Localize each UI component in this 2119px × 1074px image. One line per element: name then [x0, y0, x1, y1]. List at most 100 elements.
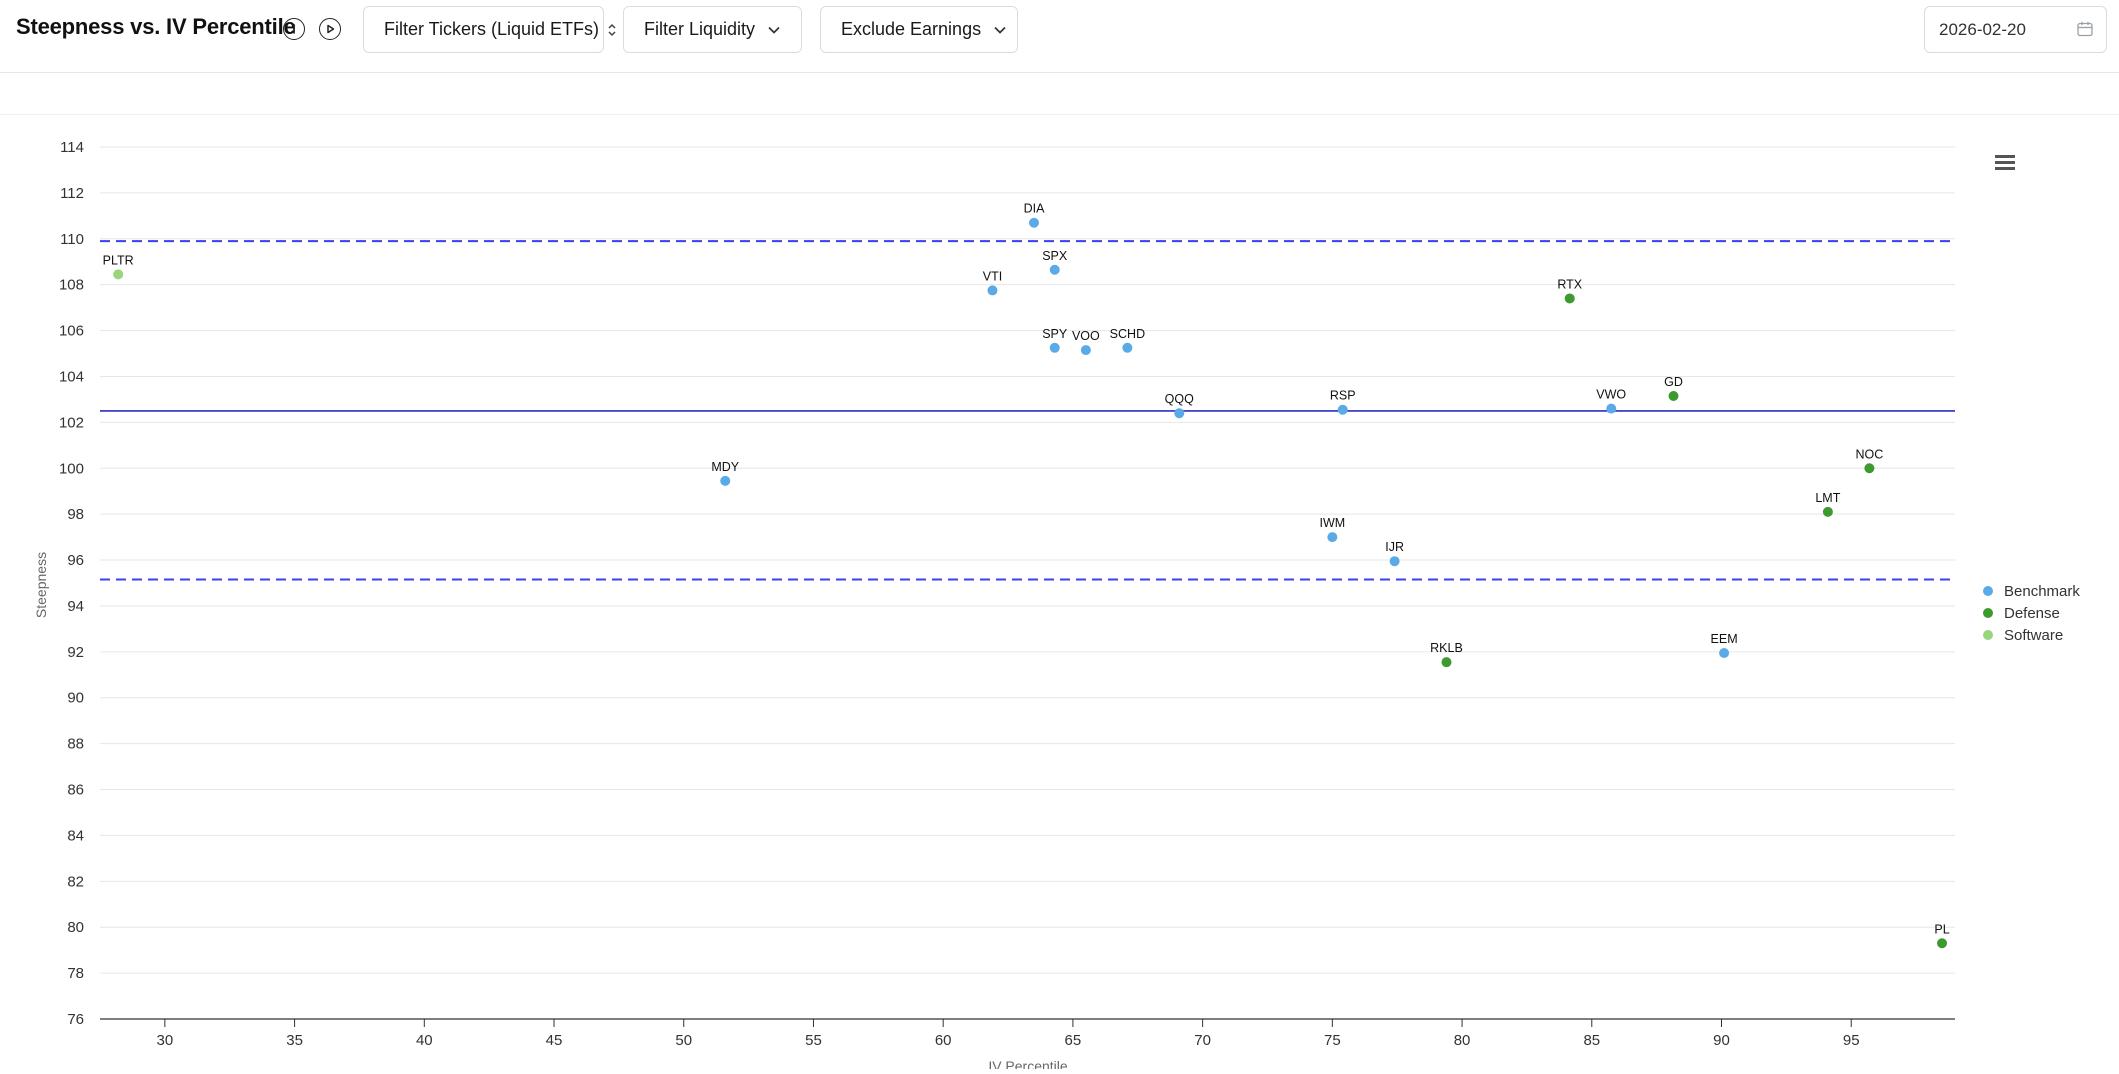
data-point-iwm[interactable]	[1327, 532, 1338, 543]
y-tick-label: 84	[67, 827, 84, 844]
date-value: 2026-02-20	[1939, 19, 2026, 39]
x-tick-label: 30	[157, 1032, 174, 1049]
legend-item-benchmark[interactable]: Benchmark	[2004, 583, 2080, 600]
data-label-mdy: MDY	[711, 460, 739, 474]
data-label-rtx: RTX	[1557, 277, 1582, 291]
legend-marker	[1983, 586, 1993, 596]
data-label-vwo: VWO	[1596, 388, 1626, 402]
y-tick-label: 102	[59, 414, 84, 431]
data-point-vwo[interactable]	[1606, 403, 1617, 414]
data-label-noc: NOC	[1855, 447, 1883, 461]
data-point-dia[interactable]	[1028, 217, 1039, 228]
y-tick-label: 104	[59, 368, 84, 385]
data-label-vti: VTI	[983, 269, 1002, 283]
x-tick-label: 65	[1065, 1032, 1082, 1049]
toolbar: Steepness vs. IV Percentile Filter Ticke…	[0, 0, 2119, 73]
hamburger-menu-icon[interactable]	[1995, 155, 2015, 170]
calendar-icon[interactable]	[2076, 20, 2094, 43]
exclude-earnings-label: Exclude Earnings	[841, 19, 982, 39]
filter-tickers-select[interactable]: Filter Tickers (Liquid ETFs)	[363, 6, 616, 53]
data-label-rklb: RKLB	[1430, 641, 1463, 655]
data-label-lmt: LMT	[1815, 491, 1840, 505]
legend: Benchmark Defense Software	[1983, 583, 2080, 644]
data-point-spy[interactable]	[1049, 342, 1060, 353]
legend-marker	[1983, 608, 1993, 618]
x-tick-label: 60	[935, 1032, 952, 1049]
data-point-qqq[interactable]	[1174, 408, 1185, 419]
y-tick-label: 90	[67, 690, 84, 707]
data-label-spy: SPY	[1042, 327, 1068, 341]
sub-toolbar	[0, 73, 2119, 115]
data-point-spx[interactable]	[1049, 264, 1060, 275]
reference-lines	[100, 240, 1955, 581]
y-tick-label: 78	[67, 965, 84, 982]
data-label-rsp: RSP	[1330, 389, 1356, 403]
legend-marker	[1983, 630, 1993, 640]
data-point-eem[interactable]	[1719, 647, 1730, 658]
filter-liquidity-label: Filter Liquidity	[644, 19, 756, 39]
x-tick-label: 90	[1713, 1032, 1730, 1049]
data-point-voo[interactable]	[1080, 345, 1091, 356]
data-label-spx: SPX	[1042, 249, 1068, 263]
legend-item-defense[interactable]: Defense	[2004, 605, 2060, 622]
data-point-pltr[interactable]	[113, 269, 124, 280]
chevron-down-icon	[993, 25, 1007, 35]
data-point-rsp[interactable]	[1337, 404, 1348, 415]
x-tick-label: 35	[286, 1032, 303, 1049]
data-label-voo: VOO	[1072, 329, 1100, 343]
data-label-pltr: PLTR	[103, 253, 134, 267]
x-tick-label: 75	[1324, 1032, 1341, 1049]
data-point-gd[interactable]	[1668, 390, 1679, 401]
x-tick-label: 45	[546, 1032, 563, 1049]
x-tick-label: 85	[1583, 1032, 1600, 1049]
chevron-down-icon	[767, 25, 781, 35]
axes: 76 78 80 82 84 86 88 90 92 94 96 98 100 102 104 106 108 1…	[59, 139, 1955, 1049]
x-tick-label: 50	[675, 1032, 692, 1049]
page-title: Steepness vs. IV Percentile	[16, 14, 296, 39]
play-icon[interactable]	[319, 18, 341, 40]
x-tick-label: 95	[1843, 1032, 1860, 1049]
filter-liquidity-dropdown[interactable]: Filter Liquidity	[623, 6, 802, 53]
y-tick-label: 110	[60, 231, 84, 248]
info-icon[interactable]	[283, 18, 305, 40]
scatter-chart: 76 78 80 82 84 86 88 90 92 94 96 98 100 102 104 106 108 1…	[33, 139, 2080, 1074]
y-tick-label: 108	[59, 277, 84, 294]
data-label-schd: SCHD	[1110, 327, 1145, 341]
chart-container: 76 78 80 82 84 86 88 90 92 94 96 98 100 102 104 106 108 1…	[0, 115, 2119, 1074]
data-point-noc[interactable]	[1864, 463, 1875, 474]
data-label-ijr: IJR	[1385, 540, 1404, 554]
data-label-gd: GD	[1664, 375, 1683, 389]
data-label-qqq: QQQ	[1165, 392, 1194, 406]
data-point-mdy[interactable]	[720, 475, 731, 486]
date-input[interactable]: 2026-02-20	[1924, 6, 2107, 53]
y-tick-label: 114	[60, 139, 84, 156]
x-tick-label: 80	[1454, 1032, 1471, 1049]
y-tick-label: 86	[67, 782, 84, 799]
data-point-vti[interactable]	[987, 285, 998, 296]
y-tick-label: 94	[67, 598, 84, 615]
y-tick-label: 92	[67, 644, 84, 661]
y-tick-label: 80	[67, 919, 84, 936]
data-label-dia: DIA	[1024, 202, 1046, 216]
legend-item-software[interactable]: Software	[2004, 627, 2063, 644]
y-tick-label: 98	[67, 506, 84, 523]
data-point-pl[interactable]	[1937, 938, 1948, 949]
y-tick-label: 106	[59, 323, 84, 340]
sort-icon	[607, 22, 617, 38]
y-tick-label: 82	[67, 873, 84, 890]
data-point-ijr[interactable]	[1389, 556, 1400, 567]
exclude-earnings-dropdown[interactable]: Exclude Earnings	[820, 6, 1018, 53]
data-point-schd[interactable]	[1122, 342, 1133, 353]
data-label-eem: EEM	[1711, 632, 1738, 646]
y-tick-label: 96	[67, 552, 84, 569]
x-tick-label: 40	[416, 1032, 433, 1049]
y-tick-label: 88	[67, 736, 84, 753]
data-point-lmt[interactable]	[1822, 506, 1833, 517]
x-axis-label: IV Percentile	[988, 1058, 1068, 1069]
data-point-rklb[interactable]	[1441, 657, 1452, 668]
x-tick-label: 70	[1194, 1032, 1211, 1049]
data-point-rtx[interactable]	[1564, 293, 1575, 304]
data-points: DIA SPX VTI SPY VOO SCHD QQQ RSP VWO MDY IWM IJR EEM…	[103, 202, 1950, 949]
y-tick-label: 100	[59, 460, 84, 477]
data-label-iwm: IWM	[1319, 516, 1345, 530]
